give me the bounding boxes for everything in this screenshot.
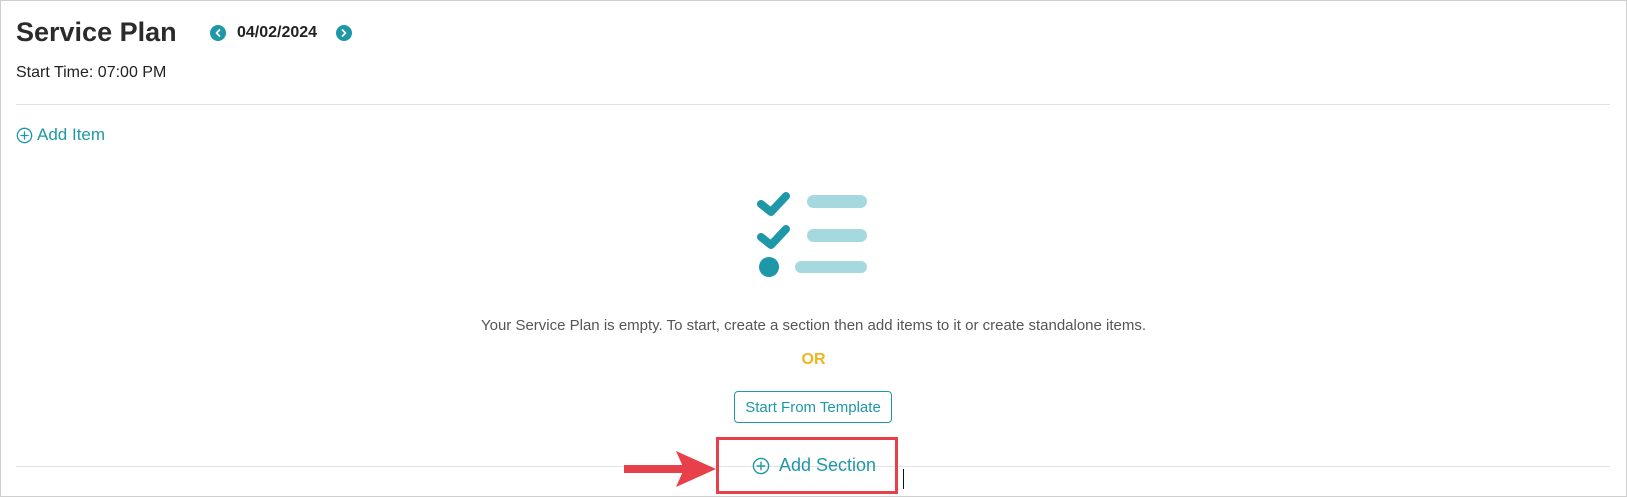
add-section-label: Add Section	[779, 455, 877, 475]
or-separator: OR	[801, 351, 826, 368]
add-section-button[interactable]: Add Section	[752, 455, 876, 476]
arrow-right-icon	[624, 451, 716, 487]
next-date-button[interactable]	[336, 25, 352, 41]
circle-plus-icon	[752, 457, 770, 474]
start-from-template-button[interactable]: Start From Template	[734, 391, 892, 423]
start-time: Start Time: 07:00 PM	[16, 64, 167, 81]
chevron-right-icon	[341, 29, 347, 37]
checklist-icon	[757, 192, 867, 277]
add-item-label: Add Item	[37, 125, 106, 144]
add-item-button[interactable]: Add Item	[16, 125, 105, 145]
page-title: Service Plan	[16, 17, 177, 47]
header-divider	[16, 104, 1610, 105]
previous-date-button[interactable]	[210, 25, 226, 41]
text-cursor	[903, 469, 904, 489]
circle-plus-icon	[16, 127, 33, 143]
plan-date: 04/02/2024	[237, 24, 318, 41]
chevron-left-icon	[215, 29, 221, 37]
empty-state-message: Your Service Plan is empty. To start, cr…	[480, 317, 1147, 334]
